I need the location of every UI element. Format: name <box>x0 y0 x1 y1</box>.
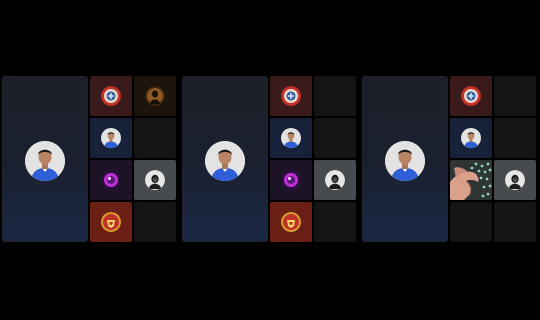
dark-avatar-icon <box>145 86 165 106</box>
avatar-slot-empty <box>314 202 356 242</box>
avatar-option-hand-photo[interactable] <box>450 160 492 200</box>
avatar-slot-empty <box>314 118 356 158</box>
avatar-option-club-crest[interactable] <box>450 76 492 116</box>
avatar-slot-empty <box>134 118 176 158</box>
avatar-option-club-crest[interactable] <box>270 76 312 116</box>
player-avatar-icon <box>205 141 245 181</box>
player-avatar-icon <box>385 141 425 181</box>
club-crest-icon <box>101 86 121 106</box>
avatar-slot-empty <box>494 202 536 242</box>
avatar-slot-empty <box>450 202 492 242</box>
avatar-option-player[interactable] <box>270 118 312 158</box>
manchester-united-crest-icon <box>281 212 301 232</box>
avatar-panel-1 <box>2 76 177 244</box>
purple-glow-icon <box>101 170 121 190</box>
avatar-option-purple[interactable] <box>90 160 132 200</box>
avatar-option-dark-portrait[interactable] <box>134 76 176 116</box>
selected-avatar-tile[interactable] <box>362 76 448 242</box>
player-avatar-icon <box>25 141 65 181</box>
player-avatar-icon <box>281 128 301 148</box>
hooded-avatar-icon <box>505 170 525 190</box>
avatar-option-player[interactable] <box>450 118 492 158</box>
player-avatar-icon <box>101 128 121 148</box>
selected-avatar-tile[interactable] <box>182 76 268 242</box>
avatar-panel-3 <box>362 76 537 244</box>
hand-photo-image <box>450 160 492 200</box>
avatar-option-hooded[interactable] <box>134 160 176 200</box>
hooded-avatar-icon <box>325 170 345 190</box>
avatar-option-club-crest[interactable] <box>90 76 132 116</box>
avatar-picker-stage <box>0 0 540 320</box>
avatar-option-purple[interactable] <box>270 160 312 200</box>
avatar-option-hooded[interactable] <box>494 160 536 200</box>
avatar-option-player[interactable] <box>90 118 132 158</box>
avatar-slot-empty <box>134 202 176 242</box>
avatar-slot-empty <box>494 118 536 158</box>
hooded-avatar-icon <box>145 170 165 190</box>
selected-avatar-tile[interactable] <box>2 76 88 242</box>
purple-glow-icon <box>281 170 301 190</box>
avatar-slot-empty <box>314 76 356 116</box>
club-crest-icon <box>281 86 301 106</box>
player-avatar-icon <box>461 128 481 148</box>
avatar-option-man-utd[interactable] <box>270 202 312 242</box>
club-crest-icon <box>461 86 481 106</box>
avatar-option-man-utd[interactable] <box>90 202 132 242</box>
avatar-option-hooded[interactable] <box>314 160 356 200</box>
manchester-united-crest-icon <box>101 212 121 232</box>
avatar-slot-empty <box>494 76 536 116</box>
avatar-panel-2 <box>182 76 357 244</box>
